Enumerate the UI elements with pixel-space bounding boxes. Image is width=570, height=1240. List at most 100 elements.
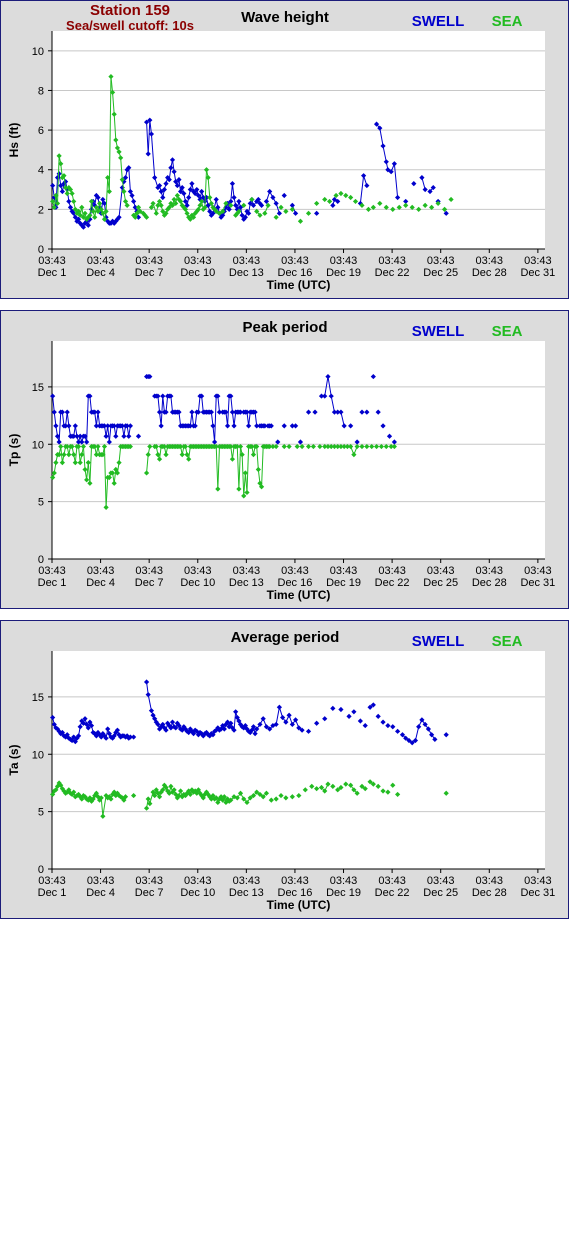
legend-sea: SEA (492, 13, 523, 30)
plot-area (52, 341, 545, 559)
chart-title: Wave height (241, 9, 329, 26)
x-tick-date-label: Dec 4 (86, 887, 115, 899)
chart-title: Average period (231, 629, 340, 646)
x-tick-date-label: Dec 22 (375, 577, 410, 589)
x-tick-date-label: Dec 7 (135, 887, 164, 899)
x-tick-time-label: 03:43 (233, 255, 261, 267)
x-tick-date-label: Dec 25 (423, 577, 458, 589)
x-tick-time-label: 03:43 (87, 875, 115, 887)
legend-sea: SEA (492, 323, 523, 340)
plot-area (52, 31, 545, 249)
x-tick-date-label: Dec 7 (135, 577, 164, 589)
x-tick-date-label: Dec 13 (229, 577, 264, 589)
x-tick-date-label: Dec 13 (229, 267, 264, 279)
chart-title: Peak period (242, 319, 327, 336)
legend-swell: SWELL (412, 633, 465, 650)
x-tick-date-label: Dec 28 (472, 887, 507, 899)
x-tick-time-label: 03:43 (38, 565, 66, 577)
y-tick-label: 10 (32, 749, 44, 761)
legend-swell: SWELL (412, 323, 465, 340)
x-tick-date-label: Dec 4 (86, 577, 115, 589)
x-tick-date-label: Dec 31 (520, 267, 555, 279)
x-tick-date-label: Dec 10 (180, 577, 215, 589)
x-tick-time-label: 03:43 (524, 255, 552, 267)
x-tick-date-label: Dec 25 (423, 887, 458, 899)
plot-area (52, 651, 545, 869)
y-axis-label: Hs (ft) (7, 123, 21, 158)
x-tick-time-label: 03:43 (476, 875, 504, 887)
x-tick-date-label: Dec 31 (520, 887, 555, 899)
x-tick-time-label: 03:43 (87, 565, 115, 577)
x-tick-time-label: 03:43 (184, 565, 212, 577)
x-tick-time-label: 03:43 (135, 875, 163, 887)
x-tick-time-label: 03:43 (38, 255, 66, 267)
x-axis-label: Time (UTC) (267, 898, 331, 912)
legend-sea: SEA (492, 633, 523, 650)
x-tick-time-label: 03:43 (135, 255, 163, 267)
x-tick-date-label: Dec 22 (375, 887, 410, 899)
cutoff-label: Sea/swell cutoff: 10s (66, 18, 194, 33)
x-tick-date-label: Dec 22 (375, 267, 410, 279)
x-tick-time-label: 03:43 (281, 565, 309, 577)
x-tick-time-label: 03:43 (378, 255, 406, 267)
x-tick-time-label: 03:43 (330, 875, 358, 887)
x-tick-time-label: 03:43 (524, 875, 552, 887)
x-tick-time-label: 03:43 (135, 565, 163, 577)
x-tick-time-label: 03:43 (476, 565, 504, 577)
y-tick-label: 2 (38, 204, 44, 216)
x-tick-time-label: 03:43 (330, 565, 358, 577)
x-tick-date-label: Dec 19 (326, 887, 361, 899)
y-tick-label: 10 (32, 439, 44, 451)
x-tick-time-label: 03:43 (184, 255, 212, 267)
x-tick-date-label: Dec 13 (229, 887, 264, 899)
station-label: Station 159 (90, 2, 170, 19)
legend-swell: SWELL (412, 13, 465, 30)
peak-period-chart: 05101503:43Dec 103:43Dec 403:43Dec 703:4… (7, 319, 555, 602)
x-tick-time-label: 03:43 (87, 255, 115, 267)
wave-height-chart: Station 159 Sea/swell cutoff: 10s 024681… (7, 2, 555, 292)
x-tick-date-label: Dec 4 (86, 267, 115, 279)
x-tick-time-label: 03:43 (476, 255, 504, 267)
x-tick-time-label: 03:43 (281, 255, 309, 267)
y-tick-label: 10 (32, 46, 44, 58)
x-tick-time-label: 03:43 (330, 255, 358, 267)
x-tick-date-label: Dec 1 (38, 577, 67, 589)
y-tick-label: 8 (38, 85, 44, 97)
x-tick-time-label: 03:43 (524, 565, 552, 577)
y-tick-label: 15 (32, 692, 44, 704)
x-tick-date-label: Dec 1 (38, 267, 67, 279)
x-tick-time-label: 03:43 (38, 875, 66, 887)
x-tick-time-label: 03:43 (378, 565, 406, 577)
x-tick-date-label: Dec 10 (180, 887, 215, 899)
y-tick-label: 15 (32, 382, 44, 394)
x-tick-date-label: Dec 19 (326, 577, 361, 589)
x-axis-label: Time (UTC) (267, 278, 331, 292)
y-axis-label: Ta (s) (7, 744, 21, 775)
x-tick-date-label: Dec 19 (326, 267, 361, 279)
x-tick-time-label: 03:43 (184, 875, 212, 887)
x-axis-label: Time (UTC) (267, 588, 331, 602)
x-tick-time-label: 03:43 (427, 875, 455, 887)
y-tick-label: 4 (38, 165, 44, 177)
x-tick-date-label: Dec 10 (180, 267, 215, 279)
y-axis-label: Tp (s) (7, 434, 21, 467)
x-tick-time-label: 03:43 (233, 875, 261, 887)
x-tick-date-label: Dec 28 (472, 577, 507, 589)
x-tick-date-label: Dec 25 (423, 267, 458, 279)
x-tick-time-label: 03:43 (233, 565, 261, 577)
wave-height-panel: Station 159 Sea/swell cutoff: 10s 024681… (0, 0, 569, 299)
x-tick-time-label: 03:43 (378, 875, 406, 887)
x-tick-date-label: Dec 28 (472, 267, 507, 279)
y-tick-label: 5 (38, 807, 44, 819)
y-tick-label: 6 (38, 125, 44, 137)
x-tick-date-label: Dec 7 (135, 267, 164, 279)
y-tick-label: 5 (38, 497, 44, 509)
x-tick-time-label: 03:43 (427, 255, 455, 267)
x-tick-time-label: 03:43 (427, 565, 455, 577)
average-period-chart: 05101503:43Dec 103:43Dec 403:43Dec 703:4… (7, 629, 555, 912)
x-tick-date-label: Dec 1 (38, 887, 67, 899)
peak-period-panel: 0 5 10 15 03:43 Dec 1 03:43 Dec 4 03:43 Dec 7 03:4… (0, 310, 569, 609)
average-period-panel: 0 5 10 15 03:43 Dec 1 03:43 Dec 4 03:43 Dec 7 03:4… (0, 620, 569, 919)
x-tick-time-label: 03:43 (281, 875, 309, 887)
x-tick-date-label: Dec 31 (520, 577, 555, 589)
